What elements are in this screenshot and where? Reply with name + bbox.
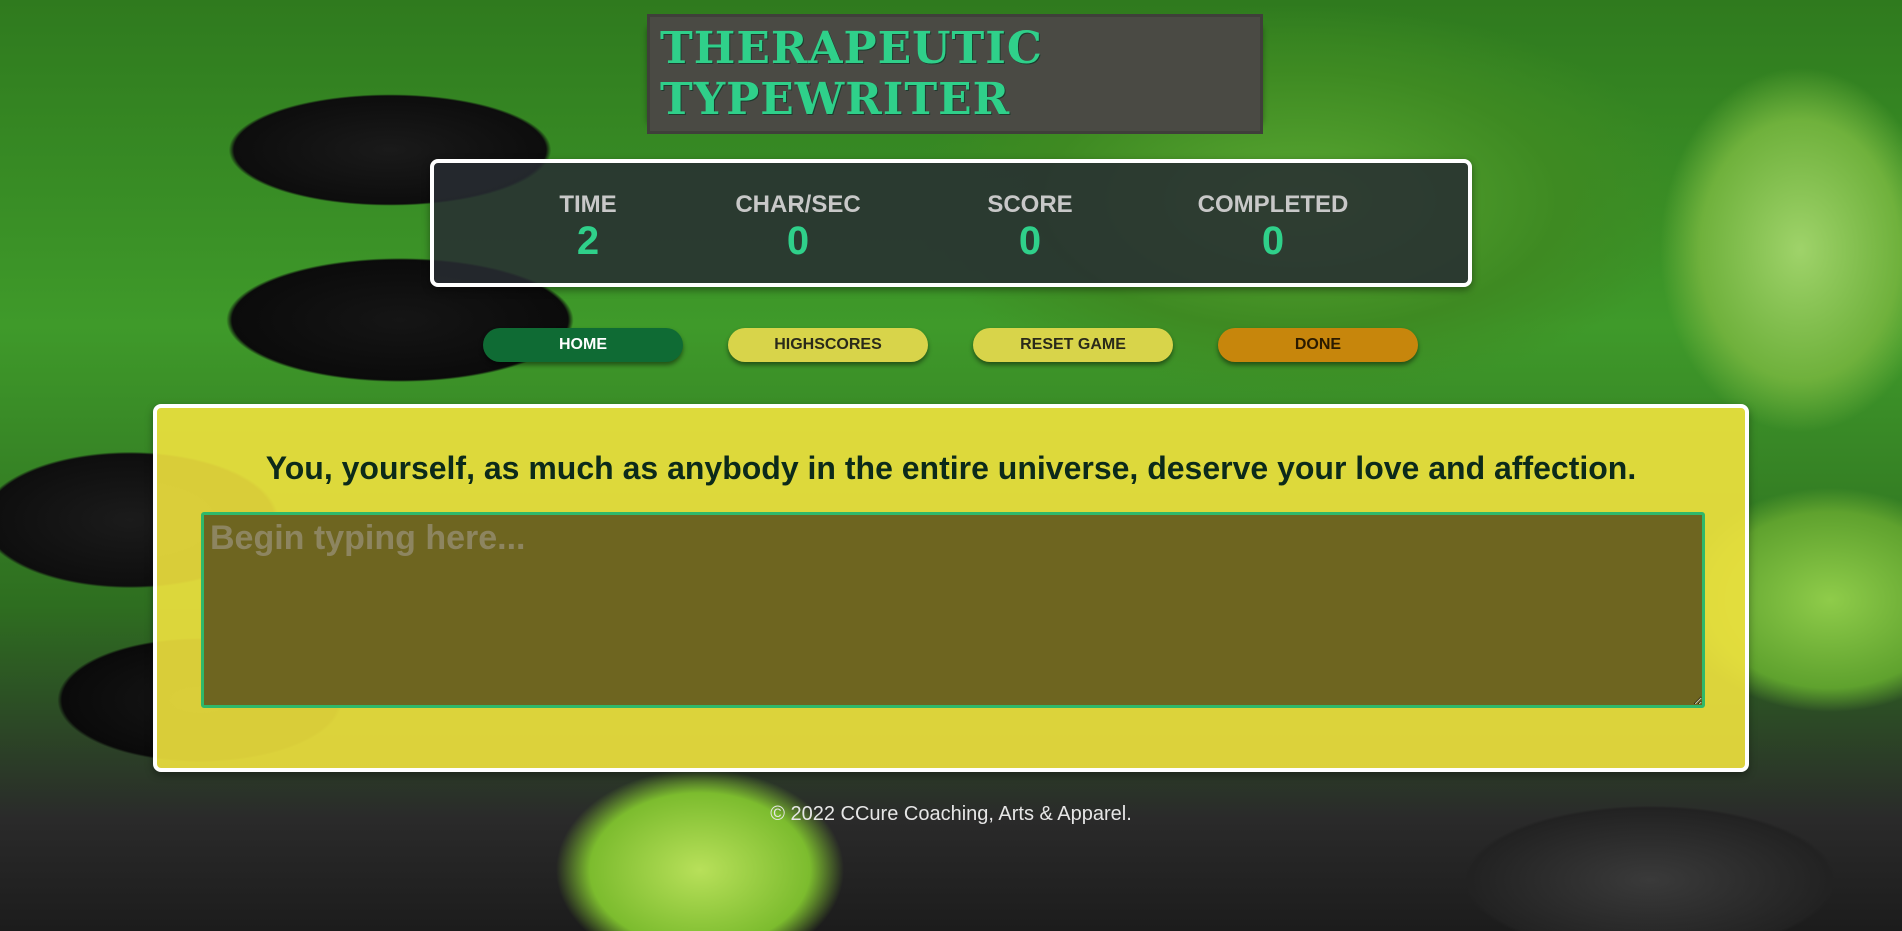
stat-completed-value: 0 <box>1261 219 1285 263</box>
stat-time: TIME 2 <box>559 191 616 263</box>
stat-chars-label: CHAR/SEC <box>735 191 861 218</box>
stat-score: SCORE 0 <box>987 191 1072 263</box>
app-title: THERAPEUTIC TYPEWRITER <box>647 13 1263 134</box>
stat-time-value: 2 <box>576 219 600 263</box>
stat-completed-label: COMPLETED <box>1197 191 1349 218</box>
stat-score-label: SCORE <box>987 191 1073 218</box>
home-button[interactable]: HOME <box>483 328 683 362</box>
typing-panel: You, yourself, as much as anybody in the… <box>153 404 1749 772</box>
done-button[interactable]: DONE <box>1218 328 1418 362</box>
reset-game-button[interactable]: RESET GAME <box>973 328 1173 362</box>
stats-panel: TIME 2 CHAR/SEC 0 SCORE 0 COMPLETED 0 <box>430 159 1472 287</box>
stat-chars-per-sec: CHAR/SEC 0 <box>735 191 860 263</box>
highscores-button[interactable]: HIGHSCORES <box>728 328 928 362</box>
stat-chars-value: 0 <box>786 219 810 263</box>
typing-input[interactable] <box>201 512 1705 708</box>
quote-text: You, yourself, as much as anybody in the… <box>265 450 1637 486</box>
stat-score-value: 0 <box>1018 219 1042 263</box>
stat-time-label: TIME <box>559 191 617 218</box>
title-banner: THERAPEUTIC TYPEWRITER <box>647 13 1263 134</box>
footer-copyright: © 2022 CCure Coaching, Arts & Apparel. <box>770 803 1132 825</box>
stat-completed: COMPLETED 0 <box>1198 191 1349 263</box>
